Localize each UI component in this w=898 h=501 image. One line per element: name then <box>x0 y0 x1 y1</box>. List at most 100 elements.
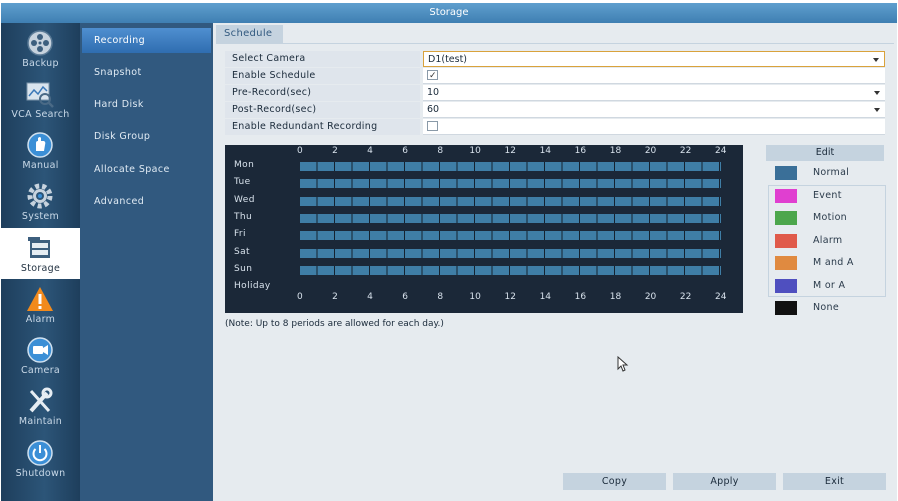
hour-label-bottom: 14 <box>539 292 552 302</box>
edit-button[interactable]: Edit <box>766 145 884 161</box>
legend-swatch <box>775 278 797 293</box>
hour-label-top: 0 <box>297 146 303 156</box>
rail-item-system[interactable]: System <box>1 176 80 227</box>
rail-label-storage: Storage <box>20 263 61 274</box>
pre-record-row: Pre-Record(sec) 10 <box>225 85 885 102</box>
legend-item[interactable]: None <box>775 301 885 317</box>
rail-item-manual[interactable]: Manual <box>1 125 80 176</box>
submenu-item-allocate-space[interactable]: Allocate Space <box>82 157 211 182</box>
submenu-item-advanced[interactable]: Advanced <box>82 189 211 214</box>
hour-label-bottom: 16 <box>574 292 587 302</box>
power-icon <box>27 440 53 466</box>
day-schedule-bar[interactable] <box>300 179 721 189</box>
hour-label-bottom: 22 <box>679 292 692 302</box>
alarm-warning-icon <box>27 287 53 311</box>
post-record-dropdown[interactable]: 60 <box>423 102 885 118</box>
rail-item-vca-search[interactable]: VCA Search <box>1 74 80 125</box>
pre-record-value: 10 <box>427 87 440 98</box>
legend-label: M or A <box>813 279 846 291</box>
chevron-down-icon <box>873 58 879 62</box>
submenu-item-disk-group[interactable]: Disk Group <box>82 124 211 149</box>
submenu-item-snapshot[interactable]: Snapshot <box>82 60 211 85</box>
rail-item-maintain[interactable]: Maintain <box>1 381 80 432</box>
legend-item[interactable]: Alarm <box>775 233 885 250</box>
day-label: Wed <box>234 194 255 205</box>
hour-label-bottom: 2 <box>332 292 338 302</box>
legend-item[interactable]: M or A <box>775 278 885 295</box>
day-schedule-bar[interactable] <box>300 248 721 258</box>
hour-label-bottom: 18 <box>609 292 622 302</box>
enable-schedule-field <box>423 68 885 84</box>
legend-swatch <box>775 233 797 248</box>
post-record-row: Post-Record(sec) 60 <box>225 102 885 119</box>
enable-schedule-checkbox[interactable] <box>427 68 438 84</box>
pre-record-dropdown[interactable]: 10 <box>423 85 885 101</box>
recording-content: Schedule Select Camera D1(test) Enable S… <box>213 23 897 501</box>
day-schedule-bar[interactable] <box>300 162 721 171</box>
storage-submenu: Recording Snapshot Hard Disk Disk Group … <box>80 23 213 501</box>
hour-label-top: 22 <box>679 146 692 156</box>
day-schedule-bar[interactable] <box>300 213 721 223</box>
legend-item[interactable]: M and A <box>775 256 885 272</box>
day-label: Sat <box>234 246 250 257</box>
hour-label-top: 6 <box>402 146 408 156</box>
rail-label-camera: Camera <box>20 365 61 376</box>
rail-item-camera[interactable]: Camera <box>1 330 80 381</box>
hour-label-top: 16 <box>574 146 587 156</box>
vca-search-icon <box>26 82 54 108</box>
hour-label-top: 20 <box>644 146 657 156</box>
hour-label-top: 8 <box>437 146 444 156</box>
hour-label-top: 12 <box>504 146 516 156</box>
hour-label-bottom: 20 <box>644 292 657 302</box>
select-camera-label: Select Camera <box>225 51 420 67</box>
rail-item-alarm[interactable]: Alarm <box>1 279 80 330</box>
redundant-recording-checkbox[interactable] <box>427 121 438 131</box>
select-camera-row: Select Camera D1(test) <box>225 51 885 68</box>
day-label: Sun <box>234 263 253 274</box>
wrench-screwdriver-icon <box>29 387 53 413</box>
enable-schedule-row: Enable Schedule <box>225 68 885 85</box>
hour-label-bottom: 24 <box>715 292 727 302</box>
hour-label-top: 24 <box>715 146 727 156</box>
hour-label-bottom: 4 <box>367 292 373 302</box>
tab-underline <box>216 43 894 44</box>
pre-record-label: Pre-Record(sec) <box>225 85 420 101</box>
enable-schedule-label: Enable Schedule <box>225 68 420 84</box>
hour-label-bottom: 8 <box>437 292 444 302</box>
chevron-down-icon <box>874 108 880 112</box>
copy-button[interactable]: Copy <box>563 473 666 490</box>
rail-label-maintain: Maintain <box>18 416 63 427</box>
hour-label-bottom: 6 <box>402 292 408 302</box>
legend-item[interactable]: Motion <box>775 211 885 227</box>
mouse-pointer-icon <box>617 356 629 372</box>
window-title: Storage <box>1 3 897 23</box>
rail-item-backup[interactable]: Backup <box>1 23 80 74</box>
backup-reel-icon <box>27 30 53 56</box>
tab-schedule[interactable]: Schedule <box>216 25 283 43</box>
hour-label-bottom: 0 <box>297 292 303 302</box>
schedule-grid[interactable]: 0 2 4 6 8 10 12 14 16 18 20 22 24 0 2 4 6 8 10 12 14 16 18 20 2… <box>225 145 743 313</box>
main-menu-rail: Backup VCA Search Manual System Storage … <box>1 23 80 501</box>
day-schedule-bar[interactable] <box>300 196 721 206</box>
rail-item-storage[interactable]: Storage <box>1 228 80 279</box>
exit-button[interactable]: Exit <box>783 473 886 490</box>
day-schedule-bar[interactable] <box>300 265 721 275</box>
hour-label-bottom: 10 <box>469 292 481 302</box>
submenu-item-hard-disk[interactable]: Hard Disk <box>82 92 211 117</box>
rail-label-vca-search: VCA Search <box>11 109 70 120</box>
legend-label: Normal <box>813 167 850 178</box>
legend-label: M and A <box>813 257 854 268</box>
rail-item-shutdown[interactable]: Shutdown <box>1 433 80 484</box>
hour-label-top: 14 <box>539 146 552 156</box>
redundant-recording-label: Enable Redundant Recording <box>225 119 420 135</box>
apply-button[interactable]: Apply <box>673 473 776 490</box>
schedule-note: (Note: Up to 8 periods are allowed for e… <box>225 319 444 329</box>
legend-item[interactable]: Normal <box>775 166 885 182</box>
day-label: Fri <box>234 229 246 240</box>
select-camera-dropdown[interactable]: D1(test) <box>423 51 885 67</box>
legend-item[interactable]: Event <box>775 188 885 205</box>
submenu-item-recording[interactable]: Recording <box>82 28 211 53</box>
day-schedule-bar[interactable] <box>300 231 721 241</box>
manual-hand-icon <box>27 132 53 158</box>
legend-swatch <box>775 301 797 315</box>
